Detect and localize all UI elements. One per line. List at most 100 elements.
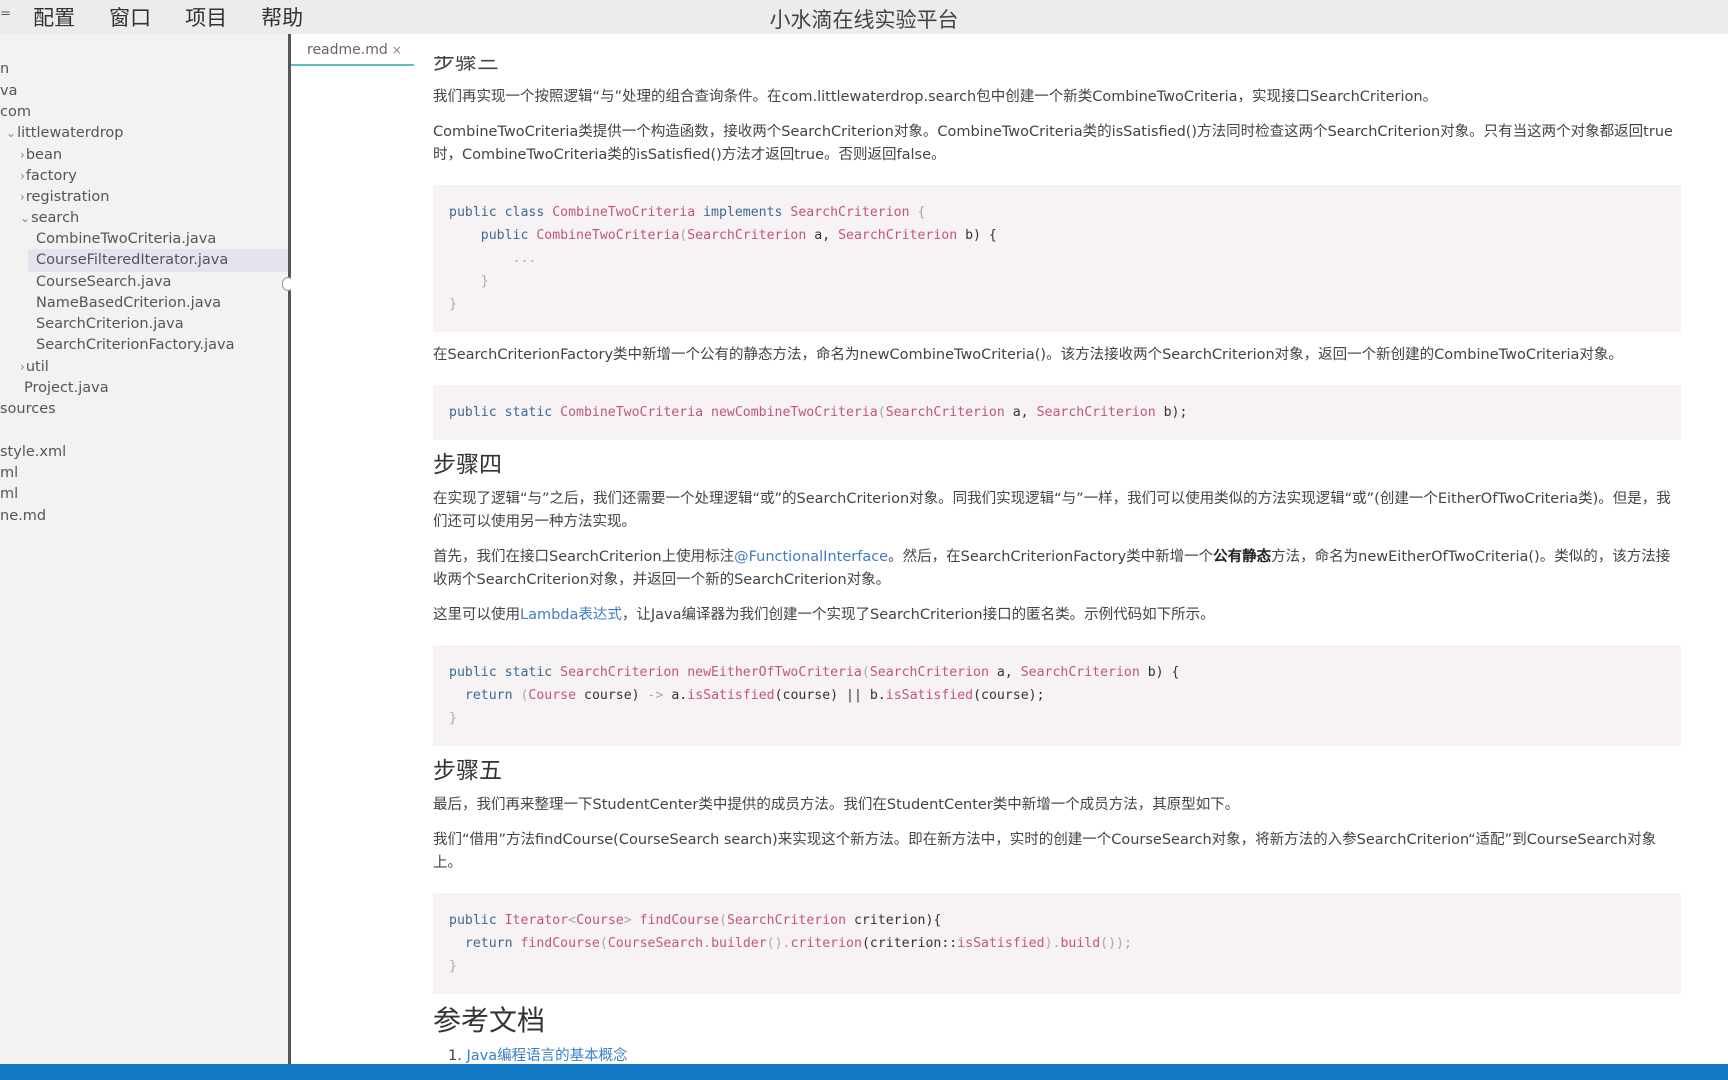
code-token: (course); xyxy=(973,688,1045,703)
paragraph: 在实现了逻辑“与”之后，我们还需要一个处理逻辑“或”的SearchCriteri… xyxy=(433,491,1671,530)
code-token: ()); xyxy=(1100,936,1132,951)
paragraph: 我们“借用”方法findCourse(CourseSearch search)来… xyxy=(433,832,1657,871)
code-token: public xyxy=(449,228,537,243)
code-token: (course) || b. xyxy=(774,688,886,703)
code-token: < xyxy=(568,913,577,928)
code-token: { xyxy=(909,205,926,220)
code-token: CombineTwoCriteria xyxy=(560,405,704,420)
tree-item[interactable]: ›factory xyxy=(20,165,77,188)
app-title: 小水滴在线实验平台 xyxy=(769,8,959,32)
code-token: isSatisfied xyxy=(885,688,974,703)
code-token: SearchCriterion xyxy=(726,913,847,928)
chevron-down-icon[interactable]: ⌄ xyxy=(20,211,30,225)
tree-item[interactable]: Project.java xyxy=(24,377,109,400)
chevron-down-icon[interactable]: ⌄ xyxy=(6,126,16,140)
code-token: a, xyxy=(1004,405,1037,420)
code-token: public static xyxy=(449,405,561,420)
menu-item-help[interactable]: 帮助 xyxy=(261,2,303,32)
tree-item-label: factory xyxy=(25,168,77,184)
tree-item[interactable]: CourseSearch.java xyxy=(36,271,171,294)
tab-readme[interactable]: readme.md × xyxy=(291,34,414,66)
menu-item-config[interactable]: 配置 xyxy=(33,2,75,32)
tree-item[interactable]: ›registration xyxy=(20,186,109,209)
tree-item[interactable]: ml xyxy=(0,483,18,506)
chevron-right-icon[interactable]: › xyxy=(20,360,25,374)
paragraph: 这里可以使用Lambda表达式，让Java编译器为我们创建一个实现了Search… xyxy=(433,604,1681,627)
code-token: return xyxy=(449,936,521,951)
code-token: Iterator xyxy=(504,913,569,928)
paragraph: 最后，我们再来整理一下StudentCenter类中提供的成员方法。我们在Stu… xyxy=(433,797,1240,813)
tree-item[interactable]: va xyxy=(0,80,17,103)
code-token: SearchCriterion xyxy=(790,205,910,220)
tree-item[interactable]: ⌄search xyxy=(20,207,79,230)
close-icon[interactable]: × xyxy=(392,43,402,57)
code-token: criterion){ xyxy=(846,913,942,928)
tree-item-label: Project.java xyxy=(24,380,109,396)
tree-item[interactable]: n xyxy=(0,58,9,81)
tree-item[interactable]: SearchCriterionFactory.java xyxy=(36,334,234,357)
step4-heading: 步骤四 xyxy=(433,452,502,478)
tree-item[interactable]: ›util xyxy=(20,356,49,379)
chevron-right-icon[interactable]: › xyxy=(20,148,25,162)
code-token: SearchCriterion xyxy=(869,665,989,680)
chevron-right-icon[interactable]: › xyxy=(20,190,25,204)
code-token: a, xyxy=(988,665,1021,680)
menu-item-file[interactable]: ⁼ xyxy=(0,5,11,29)
tree-item-label: NameBasedCriterion.java xyxy=(36,295,222,311)
tree-item-label: ml xyxy=(0,486,19,502)
code-token: (criterion:: xyxy=(861,936,958,951)
list-number: 1. xyxy=(448,1048,462,1064)
tree-item[interactable]: com xyxy=(0,101,31,124)
code-token: builder xyxy=(711,936,767,951)
tree-item[interactable]: NameBasedCriterion.java xyxy=(36,292,221,315)
code-token: } xyxy=(449,274,489,289)
code-token: Course xyxy=(576,913,624,928)
tree-item-label: com xyxy=(0,104,31,120)
code-token: SearchCriterion xyxy=(1036,405,1156,420)
tree-item-label: sources xyxy=(0,401,56,417)
tree-item[interactable]: ›bean xyxy=(20,144,62,167)
code-token: SearchCriterion xyxy=(1020,665,1140,680)
code-token: b); xyxy=(1155,405,1188,420)
reference-link[interactable]: Java编程语言的基本概念 xyxy=(466,1048,627,1064)
menu-item-project[interactable]: 项目 xyxy=(185,2,227,32)
tree-item-label: util xyxy=(25,359,49,375)
tree-item-label: va xyxy=(0,83,18,99)
references-list: 1. Java编程语言的基本概念 xyxy=(433,1044,1681,1065)
tree-item[interactable]: ne.md xyxy=(0,505,46,528)
tree-item[interactable]: CombineTwoCriteria.java xyxy=(36,228,216,251)
code-token: SearchCriterion xyxy=(687,228,807,243)
code-token: isSatisfied xyxy=(687,688,775,703)
code-token: newEitherOfTwoCriteria xyxy=(679,665,862,680)
tree-item-label: SearchCriterionFactory.java xyxy=(36,337,235,353)
tree-item[interactable]: style.xml xyxy=(0,441,66,464)
text: 这里可以使用 xyxy=(433,607,520,623)
code-token: return xyxy=(449,688,521,703)
tree-item[interactable]: SearchCriterion.java xyxy=(36,313,184,336)
paragraph: 我们再实现一个按照逻辑“与”处理的组合查询条件。在com.littlewater… xyxy=(433,89,1438,105)
references-heading: 参考文档 xyxy=(433,1004,546,1037)
code-token: ). xyxy=(1044,936,1061,951)
tree-item[interactable]: ⌄littlewaterdrop xyxy=(6,122,123,145)
file-tree: n va com ⌄littlewaterdrop ›bean ›factory ›regi… xyxy=(0,34,288,1064)
tree-item-label: style.xml xyxy=(0,444,67,460)
code-token: } xyxy=(449,959,457,974)
code-token: course) xyxy=(576,688,648,703)
tree-item-label: ne.md xyxy=(0,508,47,524)
functional-interface-link[interactable]: @FunctionalInterface xyxy=(734,549,888,565)
code-token: SearchCriterion xyxy=(838,228,958,243)
tree-item[interactable]: ml xyxy=(0,462,18,485)
code-token: Course xyxy=(528,688,577,703)
code-token: b) { xyxy=(957,228,997,243)
tree-item[interactable]: sources xyxy=(0,398,56,421)
lambda-link[interactable]: Lambda表达式 xyxy=(520,607,622,623)
tree-item-label: littlewaterdrop xyxy=(17,125,124,141)
menu-item-window[interactable]: 窗口 xyxy=(109,2,151,32)
code-token: SearchCriterion xyxy=(560,665,680,680)
code-token: CombineTwoCriteria xyxy=(552,205,696,220)
code-token: public class xyxy=(449,205,553,220)
chevron-right-icon[interactable]: › xyxy=(20,169,25,183)
tree-item[interactable]: CourseFilteredIterator.java xyxy=(28,249,288,272)
code-token: (). xyxy=(766,936,791,951)
code-token: ( xyxy=(861,665,870,680)
